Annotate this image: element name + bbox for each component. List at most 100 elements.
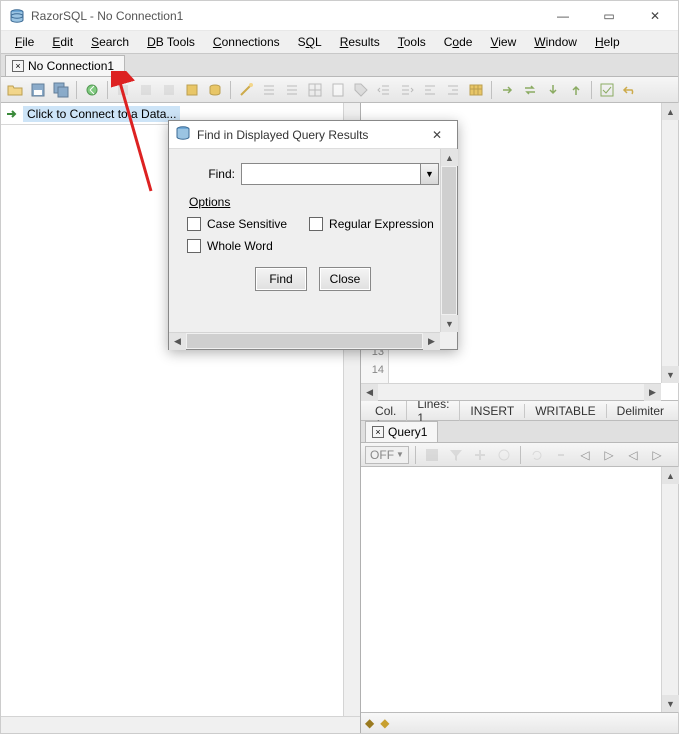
menu-help[interactable]: Help bbox=[587, 33, 628, 51]
query-vscroll[interactable]: ▲ ▼ bbox=[661, 467, 678, 712]
query-nav2-icon[interactable]: ▷ bbox=[599, 445, 619, 465]
dialog-title: Find in Displayed Query Results bbox=[197, 128, 417, 142]
query-footer-diamond-icon: ◆ bbox=[380, 716, 389, 730]
db-icon[interactable] bbox=[205, 80, 225, 100]
query-plus-icon[interactable] bbox=[470, 445, 490, 465]
query-refresh-icon[interactable] bbox=[527, 445, 547, 465]
connect-icon[interactable] bbox=[82, 80, 102, 100]
table-icon[interactable] bbox=[466, 80, 486, 100]
query-tab[interactable]: × Query1 bbox=[365, 421, 438, 442]
arrow-right-icon[interactable] bbox=[497, 80, 517, 100]
close-icon[interactable]: × bbox=[372, 426, 384, 438]
scroll-up-icon[interactable]: ▲ bbox=[662, 467, 679, 484]
whole-word-checkbox[interactable]: Whole Word bbox=[187, 239, 273, 253]
scroll-down-icon[interactable]: ▼ bbox=[662, 366, 679, 383]
list-icon-2[interactable] bbox=[282, 80, 302, 100]
close-button[interactable]: ✕ bbox=[632, 1, 678, 31]
doc-icon[interactable] bbox=[328, 80, 348, 100]
list-icon-1[interactable] bbox=[259, 80, 279, 100]
save-all-icon[interactable] bbox=[51, 80, 71, 100]
query-save-icon[interactable] bbox=[422, 445, 442, 465]
case-sensitive-label: Case Sensitive bbox=[207, 217, 287, 231]
menu-search[interactable]: Search bbox=[83, 33, 137, 51]
tool-icon-2[interactable] bbox=[136, 80, 156, 100]
menu-sql[interactable]: SQL bbox=[290, 33, 330, 51]
find-label: Find: bbox=[187, 167, 235, 181]
chevron-down-icon[interactable]: ▼ bbox=[420, 164, 438, 184]
status-mode: INSERT bbox=[460, 404, 525, 418]
query-footer-dot-icon: ◆ bbox=[365, 716, 374, 730]
editor-hscroll[interactable]: ◀ ▶ bbox=[361, 383, 661, 400]
undo-icon[interactable] bbox=[620, 80, 640, 100]
scroll-up-icon[interactable]: ▲ bbox=[441, 149, 458, 166]
editor-vscroll[interactable]: ▲ ▼ bbox=[661, 103, 678, 383]
menu-connections[interactable]: Connections bbox=[205, 33, 288, 51]
arrow-down-icon[interactable] bbox=[543, 80, 563, 100]
query-footer: ◆ ◆ bbox=[361, 713, 678, 733]
off-toggle[interactable]: OFF▼ bbox=[365, 446, 409, 464]
menu-dbtools[interactable]: DB Tools bbox=[139, 33, 203, 51]
query-nav3-icon[interactable]: ◁ bbox=[623, 445, 643, 465]
menu-view[interactable]: View bbox=[482, 33, 524, 51]
menu-window[interactable]: Window bbox=[526, 33, 585, 51]
indent-left-icon[interactable] bbox=[374, 80, 394, 100]
dialog-titlebar[interactable]: Find in Displayed Query Results ✕ bbox=[169, 121, 457, 149]
query-minus-icon[interactable] bbox=[494, 445, 514, 465]
align-icon-1[interactable] bbox=[420, 80, 440, 100]
scroll-down-icon[interactable]: ▼ bbox=[662, 695, 679, 712]
wand-icon[interactable] bbox=[236, 80, 256, 100]
find-button[interactable]: Find bbox=[255, 267, 307, 291]
dialog-hscroll[interactable]: ◀ ▶ bbox=[169, 332, 440, 349]
query-filter-icon[interactable] bbox=[446, 445, 466, 465]
scroll-left-icon[interactable]: ◀ bbox=[361, 384, 378, 401]
dialog-close-button[interactable]: ✕ bbox=[417, 120, 457, 150]
checkbox-icon bbox=[187, 217, 201, 231]
tool-icon-1[interactable] bbox=[113, 80, 133, 100]
main-toolbar bbox=[1, 77, 678, 103]
indent-right-icon[interactable] bbox=[397, 80, 417, 100]
query-nav1-icon[interactable]: ◁ bbox=[575, 445, 595, 465]
menu-edit[interactable]: Edit bbox=[44, 33, 81, 51]
window-title: RazorSQL - No Connection1 bbox=[31, 9, 540, 23]
scroll-down-icon[interactable]: ▼ bbox=[441, 315, 458, 332]
arrow-up-icon[interactable] bbox=[566, 80, 586, 100]
regex-label: Regular Expression bbox=[329, 217, 434, 231]
find-dialog: Find in Displayed Query Results ✕ Find: … bbox=[168, 120, 458, 350]
tool-icon-4[interactable] bbox=[182, 80, 202, 100]
scroll-up-icon[interactable]: ▲ bbox=[662, 103, 679, 120]
query-nav4-icon[interactable]: ▷ bbox=[647, 445, 667, 465]
check-icon[interactable] bbox=[597, 80, 617, 100]
scroll-left-icon[interactable]: ◀ bbox=[169, 333, 186, 350]
regex-checkbox[interactable]: Regular Expression bbox=[309, 217, 434, 231]
connect-link[interactable]: Click to Connect to a Data... bbox=[23, 106, 180, 122]
options-heading: Options bbox=[189, 195, 439, 209]
folder-open-icon[interactable] bbox=[5, 80, 25, 100]
main-tabstrip: × No Connection1 bbox=[1, 53, 678, 77]
menu-code[interactable]: Code bbox=[436, 33, 481, 51]
save-icon[interactable] bbox=[28, 80, 48, 100]
grid-icon[interactable] bbox=[305, 80, 325, 100]
find-input[interactable]: ▼ bbox=[241, 163, 439, 185]
menu-tools[interactable]: Tools bbox=[390, 33, 434, 51]
main-tab[interactable]: × No Connection1 bbox=[5, 55, 125, 76]
minimize-button[interactable]: — bbox=[540, 1, 586, 31]
query-link-icon[interactable] bbox=[551, 445, 571, 465]
dialog-body: Find: ▼ Options Case Sensitive Regular E… bbox=[169, 149, 457, 349]
menu-results[interactable]: Results bbox=[332, 33, 388, 51]
align-icon-2[interactable] bbox=[443, 80, 463, 100]
menu-file[interactable]: File bbox=[7, 33, 42, 51]
tag-icon[interactable] bbox=[351, 80, 371, 100]
maximize-button[interactable]: ▭ bbox=[586, 1, 632, 31]
case-sensitive-checkbox[interactable]: Case Sensitive bbox=[187, 217, 287, 231]
tool-icon-3[interactable] bbox=[159, 80, 179, 100]
checkbox-icon bbox=[309, 217, 323, 231]
status-access: WRITABLE bbox=[525, 404, 606, 418]
scroll-right-icon[interactable]: ▶ bbox=[644, 384, 661, 401]
arrow-swap-icon[interactable] bbox=[520, 80, 540, 100]
close-dialog-button[interactable]: Close bbox=[319, 267, 371, 291]
scroll-right-icon[interactable]: ▶ bbox=[423, 333, 440, 350]
close-icon[interactable]: × bbox=[12, 60, 24, 72]
tree-hscroll[interactable] bbox=[1, 716, 360, 733]
dialog-vscroll[interactable]: ▲ ▼ bbox=[440, 149, 457, 332]
whole-word-label: Whole Word bbox=[207, 239, 273, 253]
